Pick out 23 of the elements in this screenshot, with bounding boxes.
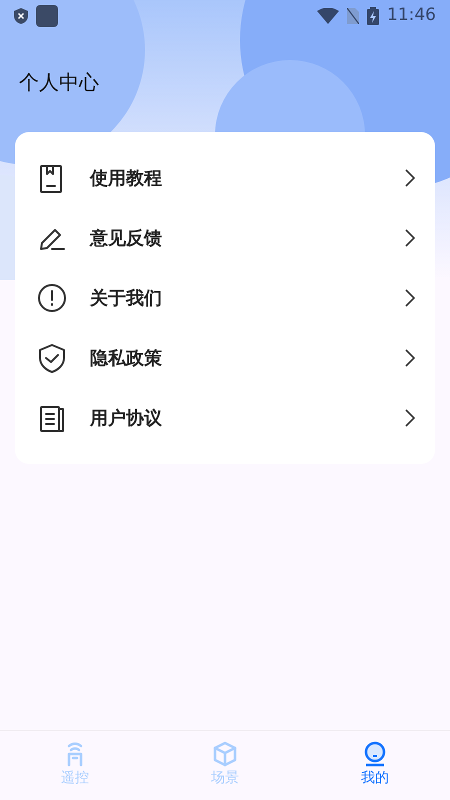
shield-x-icon <box>14 8 28 24</box>
menu-item[interactable]: 使用教程 <box>15 148 435 208</box>
chevron-right-icon <box>405 169 415 187</box>
chevron-right-icon <box>405 289 415 307</box>
page-title: 个人中心 <box>19 69 99 96</box>
cube-icon <box>212 741 238 767</box>
tab[interactable]: 我的 <box>300 731 450 800</box>
chevron-right-icon <box>405 349 415 367</box>
shield-check-icon <box>37 343 67 373</box>
chevron-right-icon <box>405 409 415 427</box>
exclamation-circle-icon <box>37 283 67 313</box>
menu-item[interactable]: 隐私政策 <box>15 328 435 388</box>
chevron-right-icon <box>405 229 415 247</box>
user-circle-icon <box>362 741 388 767</box>
wifi-icon <box>317 8 339 24</box>
document-icon <box>37 403 67 433</box>
status-time: 11:46 <box>387 4 436 28</box>
menu-item[interactable]: 关于我们 <box>15 268 435 328</box>
menu-item[interactable]: 意见反馈 <box>15 208 435 268</box>
battery-charging-icon <box>367 7 379 25</box>
app-icon <box>36 5 58 27</box>
menu-item[interactable]: 用户协议 <box>15 388 435 448</box>
no-sim-icon <box>347 8 359 24</box>
